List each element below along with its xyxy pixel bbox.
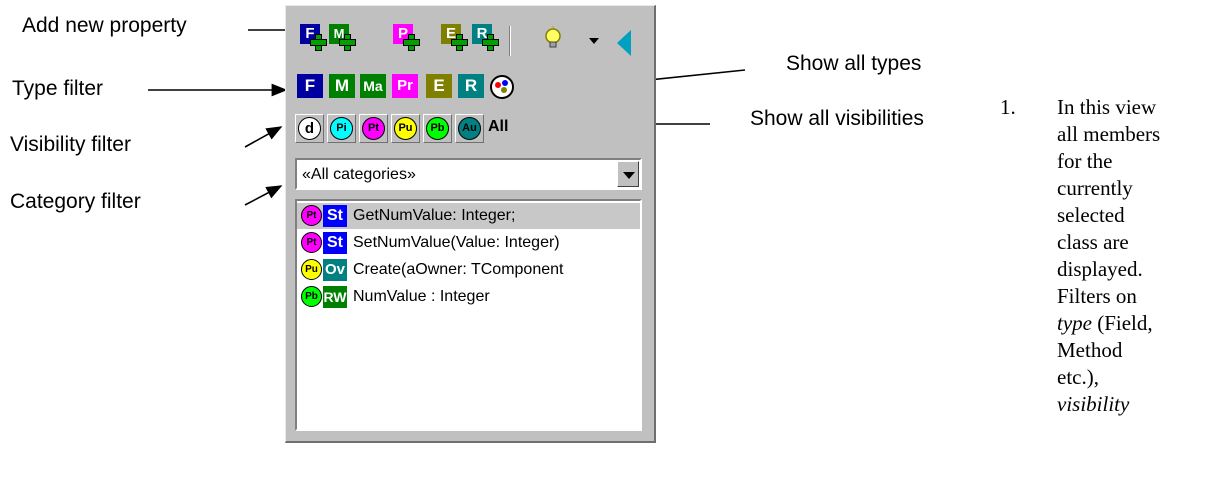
note-line: In this view (1057, 95, 1157, 119)
type-filter-property[interactable]: Pr (392, 74, 418, 98)
note-line: type (Field, (1057, 311, 1153, 335)
list-item[interactable]: Pu Ov Create(aOwner: TComponent (297, 257, 640, 283)
visibility-automated-icon: Au (458, 117, 481, 140)
callout-category-filter: Category filter (10, 190, 141, 213)
list-item[interactable]: Pb RW NumValue : Integer (297, 284, 640, 310)
note-line: Method (1057, 338, 1123, 362)
arrow-category-filter (244, 185, 283, 206)
chevron-down-icon[interactable] (617, 161, 639, 187)
note-line: class are (1057, 230, 1129, 254)
visibility-protected-icon: Pt (301, 232, 322, 253)
override-icon: Ov (323, 259, 347, 281)
show-all-visibilities-button[interactable]: All (488, 118, 508, 136)
visibility-published-icon: Pb (426, 117, 449, 140)
plus-icon (339, 34, 356, 51)
note-line: selected (1057, 203, 1125, 227)
type-filter-resource[interactable]: R (458, 74, 484, 98)
note-number: 1. (1000, 95, 1016, 119)
member-text: NumValue : Integer (353, 288, 490, 305)
note-line: for the (1057, 149, 1113, 173)
add-event-button[interactable]: E (441, 24, 469, 52)
note-line: all members (1057, 122, 1161, 146)
add-field-button[interactable]: F (300, 24, 328, 52)
collapse-triangle-icon[interactable] (617, 30, 631, 56)
read-write-icon: RW (323, 286, 347, 308)
visibility-protected-icon: Pt (362, 117, 385, 140)
callout-type-filter: Type filter (12, 77, 104, 100)
visibility-filter-protected[interactable]: Pt (359, 114, 388, 143)
static-icon: St (323, 205, 347, 227)
visibility-published-icon: Pb (301, 286, 322, 307)
toolbar-separator (509, 26, 511, 56)
callout-visibility-filter: Visibility filter (10, 133, 131, 156)
visibility-filter-published[interactable]: Pb (423, 114, 452, 143)
plus-icon (403, 34, 420, 51)
add-property-button[interactable]: P (393, 24, 421, 52)
visibility-default-icon: d (298, 117, 321, 140)
add-resource-button[interactable]: R (472, 24, 500, 52)
arrow-visibility-filter (244, 126, 283, 148)
note-body: In this view all members for the current… (1057, 94, 1226, 418)
category-filter-value: «All categories» (302, 166, 416, 183)
visibility-filter-private[interactable]: Pi (327, 114, 356, 143)
type-filter-method[interactable]: M (329, 74, 355, 98)
member-list[interactable]: Pt St GetNumValue: Integer; Pt St SetNum… (295, 199, 642, 431)
visibility-private-icon: Pi (330, 117, 353, 140)
callout-show-all-visibilities: Show all visibilities (750, 107, 924, 130)
type-filter-field[interactable]: F (297, 74, 323, 98)
plus-icon (451, 34, 468, 51)
add-method-button[interactable]: M (329, 24, 357, 52)
callout-add-new-property: Add new property (22, 14, 187, 37)
type-filter-message[interactable]: Ma (360, 74, 386, 98)
visibility-public-icon: Pu (301, 259, 322, 280)
note-line: etc.), (1057, 365, 1099, 389)
model-view-panel: F M P E R F M Ma Pr E R d Pi Pt Pu Pb Au… (285, 5, 656, 443)
dropdown-arrow-icon[interactable] (589, 38, 599, 44)
visibility-public-icon: Pu (394, 117, 417, 140)
visibility-filter-public[interactable]: Pu (391, 114, 420, 143)
list-item[interactable]: Pt St SetNumValue(Value: Integer) (297, 230, 640, 256)
type-filter-event[interactable]: E (426, 74, 452, 98)
note-line: displayed. (1057, 257, 1143, 281)
member-text: SetNumValue(Value: Integer) (353, 234, 560, 251)
visibility-filter-default[interactable]: d (295, 114, 324, 143)
lightbulb-button[interactable] (542, 26, 570, 54)
plus-icon (482, 34, 499, 51)
member-text: GetNumValue: Integer; (353, 207, 516, 224)
note-line: currently (1057, 176, 1133, 200)
visibility-protected-icon: Pt (301, 205, 322, 226)
visibility-filter-automated[interactable]: Au (455, 114, 484, 143)
show-all-types-icon[interactable] (489, 74, 515, 100)
member-text: Create(aOwner: TComponent (353, 261, 564, 278)
note-line: visibility (1057, 392, 1130, 416)
static-icon: St (323, 232, 347, 254)
plus-icon (310, 34, 327, 51)
list-item[interactable]: Pt St GetNumValue: Integer; (297, 203, 640, 229)
lightbulb-icon (545, 26, 561, 48)
callout-show-all-types: Show all types (786, 52, 922, 75)
category-filter-dropdown[interactable]: «All categories» (295, 158, 642, 190)
note-line: Filters on (1057, 284, 1137, 308)
